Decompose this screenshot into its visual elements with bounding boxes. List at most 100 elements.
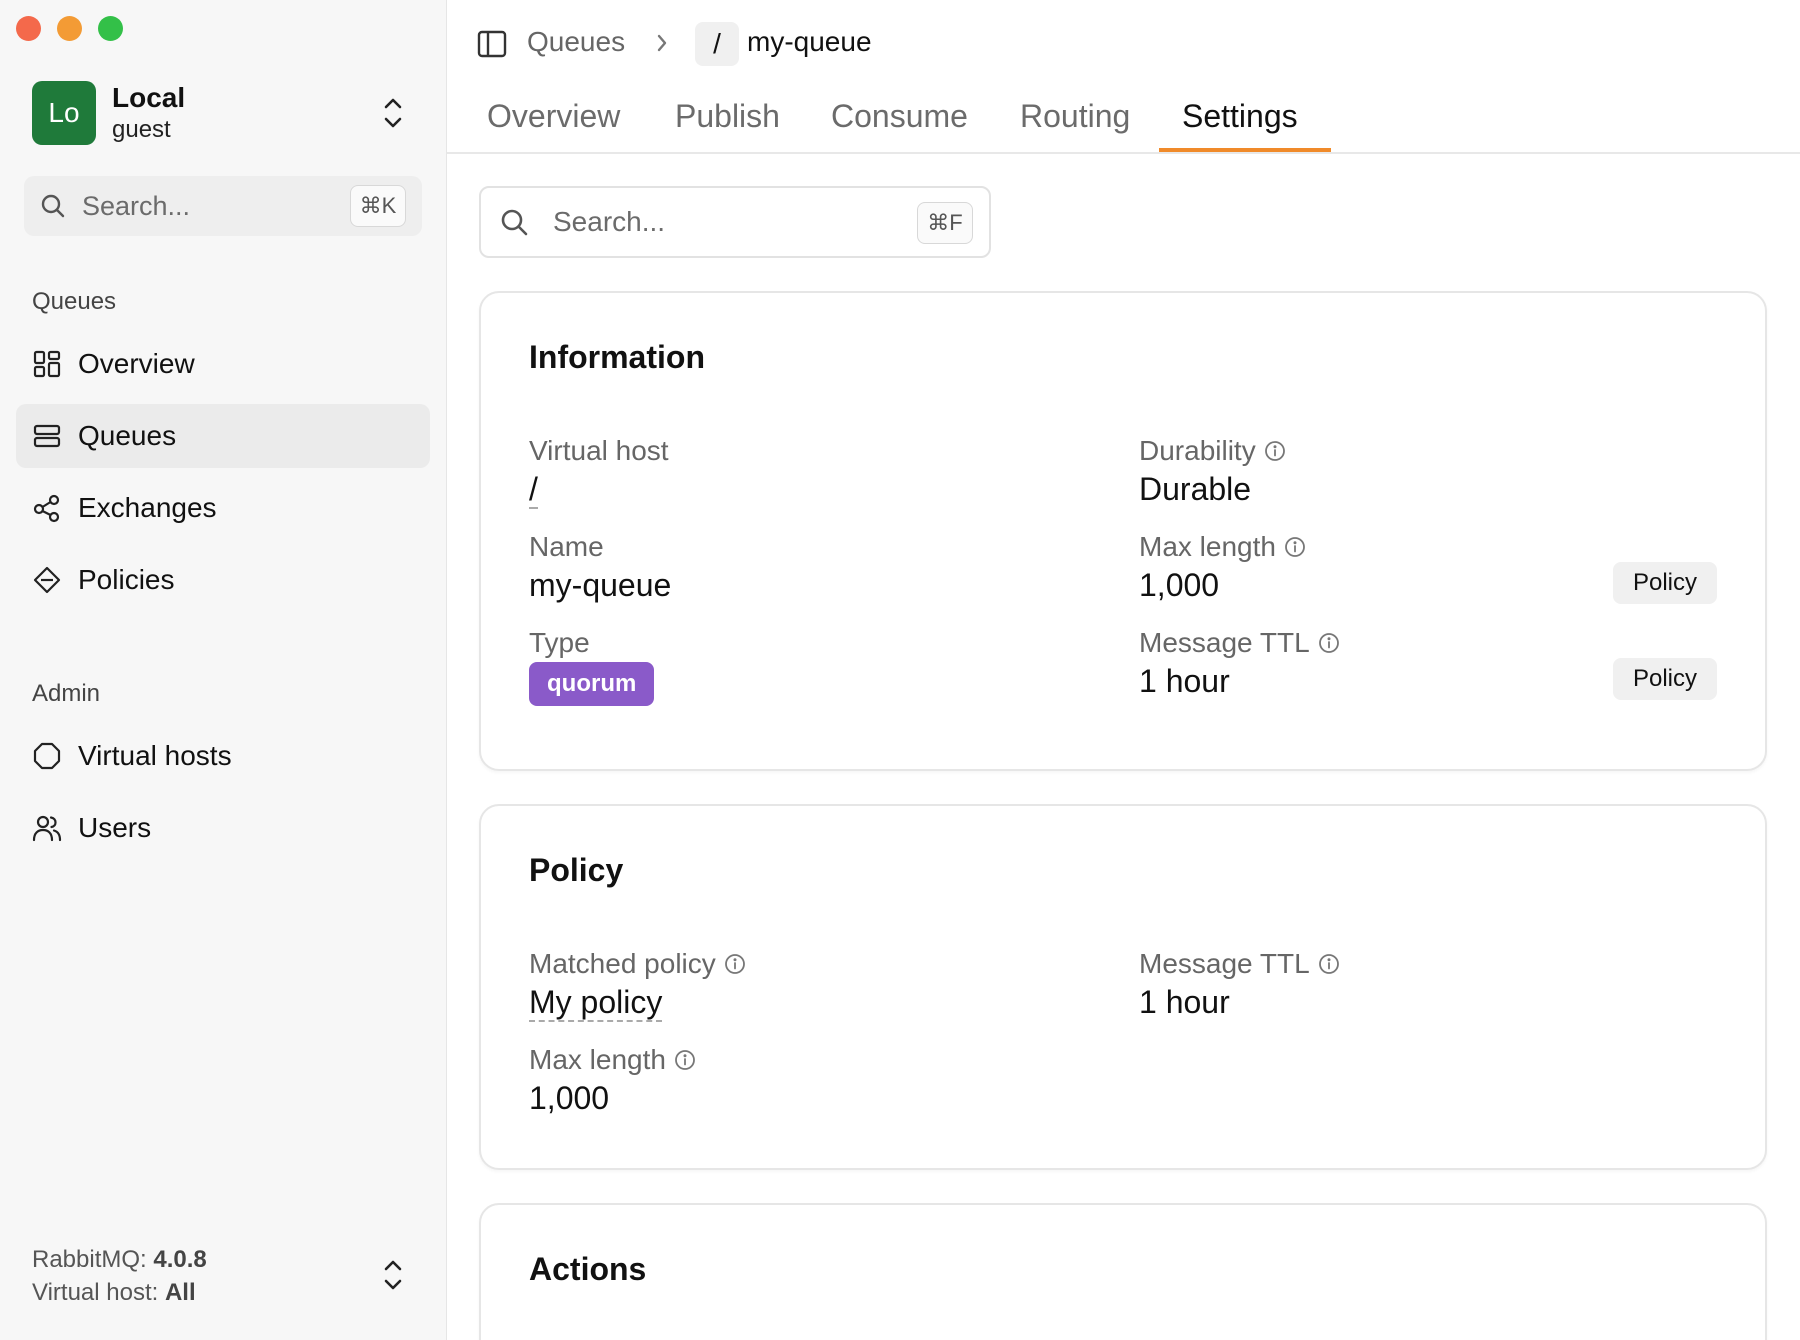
info-icon[interactable] <box>1284 536 1306 558</box>
actions-card: Actions <box>479 1203 1767 1340</box>
hexagon-icon <box>33 742 61 770</box>
section-label-queues: Queues <box>32 288 117 315</box>
rabbitmq-version-line: RabbitMQ: 4.0.8 <box>32 1243 416 1276</box>
information-title: Information <box>529 339 705 375</box>
matched-policy-label: Matched policy <box>529 948 746 980</box>
queue-type-badge: quorum <box>529 662 655 706</box>
chevron-up-down-icon <box>384 98 402 128</box>
max-length-value: 1,000 <box>1139 567 1220 603</box>
search-icon <box>501 209 528 236</box>
close-window-button[interactable] <box>16 16 41 41</box>
name-label-text: Name <box>529 531 604 562</box>
grid-icon <box>33 350 61 378</box>
durability-value: Durable <box>1139 471 1252 507</box>
sidebar-item-exchanges[interactable]: Exchanges <box>16 476 430 540</box>
durability-label: Durability <box>1139 435 1286 467</box>
sidebar-search-placeholder: Search... <box>82 190 191 221</box>
max-length-label: Max length <box>1139 531 1306 563</box>
tab-overview[interactable]: Overview <box>487 98 620 149</box>
sidebar-item-label: Virtual hosts <box>78 740 232 771</box>
message-ttl-value: 1 hour <box>1139 663 1230 699</box>
sidebar-search-input[interactable]: Search... ⌘K <box>24 176 422 236</box>
chevron-right-icon <box>657 34 667 52</box>
account-switcher[interactable]: Lo Local guest <box>32 80 416 146</box>
section-label-admin: Admin <box>32 680 101 707</box>
policy-max-length-value: 1,000 <box>529 1080 610 1116</box>
virtual-host-label: Virtual host <box>529 435 669 467</box>
maximize-window-button[interactable] <box>98 16 123 41</box>
tab-routing[interactable]: Routing <box>1020 98 1130 149</box>
chevron-up-down-icon <box>384 1260 402 1290</box>
breadcrumb-vhost-chip[interactable]: / <box>695 22 739 66</box>
diamond-icon <box>33 566 61 594</box>
active-tab-indicator <box>1159 148 1331 152</box>
exchange-icon <box>33 494 60 523</box>
sidebar: Lo Local guest Search... ⌘K Queues Overv… <box>0 0 447 1340</box>
max-length-policy-button[interactable]: Policy <box>1613 562 1717 604</box>
sidebar-item-virtual-hosts[interactable]: Virtual hosts <box>16 724 430 788</box>
main-content: Queues / my-queue Overview Publish Consu… <box>447 0 1800 1340</box>
stack-icon <box>33 424 61 448</box>
max-length-label-text: Max length <box>1139 531 1276 562</box>
sidebar-search-shortcut: ⌘K <box>350 185 406 227</box>
sidebar-item-label: Exchanges <box>78 492 217 523</box>
breadcrumb-queues-link[interactable]: Queues <box>527 26 625 58</box>
sidebar-item-users[interactable]: Users <box>16 796 430 860</box>
name-value: my-queue <box>529 567 672 603</box>
message-ttl-label-text: Message TTL <box>1139 627 1310 658</box>
account-info: Local guest <box>112 81 185 145</box>
virtual-host-label-text: Virtual host <box>529 435 669 466</box>
policy-max-length-label-text: Max length <box>529 1044 666 1075</box>
account-user: guest <box>112 116 171 143</box>
rabbitmq-label: RabbitMQ: <box>32 1246 147 1273</box>
avatar: Lo <box>32 81 96 145</box>
tab-settings[interactable]: Settings <box>1182 98 1298 149</box>
settings-search-placeholder: Search... <box>553 206 666 237</box>
name-label: Name <box>529 531 604 563</box>
sidebar-item-policies[interactable]: Policies <box>16 548 430 612</box>
sidebar-item-queues[interactable]: Queues <box>16 404 430 468</box>
sidebar-toggle-icon[interactable] <box>477 30 507 58</box>
vhost-line: Virtual host: All <box>32 1276 416 1309</box>
info-icon[interactable] <box>1318 632 1340 654</box>
account-name: Local <box>112 82 186 113</box>
breadcrumb-queue-name: my-queue <box>747 26 872 57</box>
policy-max-length-label: Max length <box>529 1044 696 1076</box>
settings-search-shortcut: ⌘F <box>917 202 973 244</box>
message-ttl-label: Message TTL <box>1139 627 1340 659</box>
policy-message-ttl-label: Message TTL <box>1139 948 1340 980</box>
minimize-window-button[interactable] <box>57 16 82 41</box>
server-switcher[interactable]: RabbitMQ: 4.0.8 Virtual host: All <box>32 1243 416 1309</box>
tab-publish[interactable]: Publish <box>675 98 780 149</box>
search-icon <box>41 194 65 218</box>
sidebar-item-label: Queues <box>78 420 177 451</box>
info-icon[interactable] <box>674 1049 696 1071</box>
vhost-value: All <box>164 1279 196 1306</box>
matched-policy-link[interactable]: My policy <box>529 984 663 1022</box>
policy-title: Policy <box>529 852 624 888</box>
tab-consume[interactable]: Consume <box>831 98 968 149</box>
sidebar-item-overview[interactable]: Overview <box>16 332 430 396</box>
top-bar: Queues / my-queue <box>447 0 1800 88</box>
policy-message-ttl-label-text: Message TTL <box>1139 948 1310 979</box>
policy-message-ttl-value: 1 hour <box>1139 984 1230 1020</box>
sidebar-item-label: Policies <box>78 564 175 595</box>
sidebar-item-label: Overview <box>78 348 195 379</box>
settings-search-input[interactable]: Search... ⌘F <box>479 186 991 258</box>
message-ttl-policy-button[interactable]: Policy <box>1613 658 1717 700</box>
info-icon[interactable] <box>724 953 746 975</box>
info-icon[interactable] <box>1264 440 1286 462</box>
rabbitmq-version: 4.0.8 <box>153 1246 207 1273</box>
app-window: Lo Local guest Search... ⌘K Queues Overv… <box>0 0 1800 1340</box>
type-label-text: Type <box>529 627 590 658</box>
users-icon <box>32 815 62 842</box>
info-icon[interactable] <box>1318 953 1340 975</box>
virtual-host-value-link[interactable]: / <box>529 471 538 509</box>
window-controls <box>16 16 123 41</box>
matched-policy-label-text: Matched policy <box>529 948 716 979</box>
actions-title: Actions <box>529 1251 647 1287</box>
tab-bar: Overview Publish Consume Routing Setting… <box>447 88 1800 154</box>
type-label: Type <box>529 627 590 659</box>
durability-label-text: Durability <box>1139 435 1256 466</box>
sidebar-item-label: Users <box>78 812 152 843</box>
